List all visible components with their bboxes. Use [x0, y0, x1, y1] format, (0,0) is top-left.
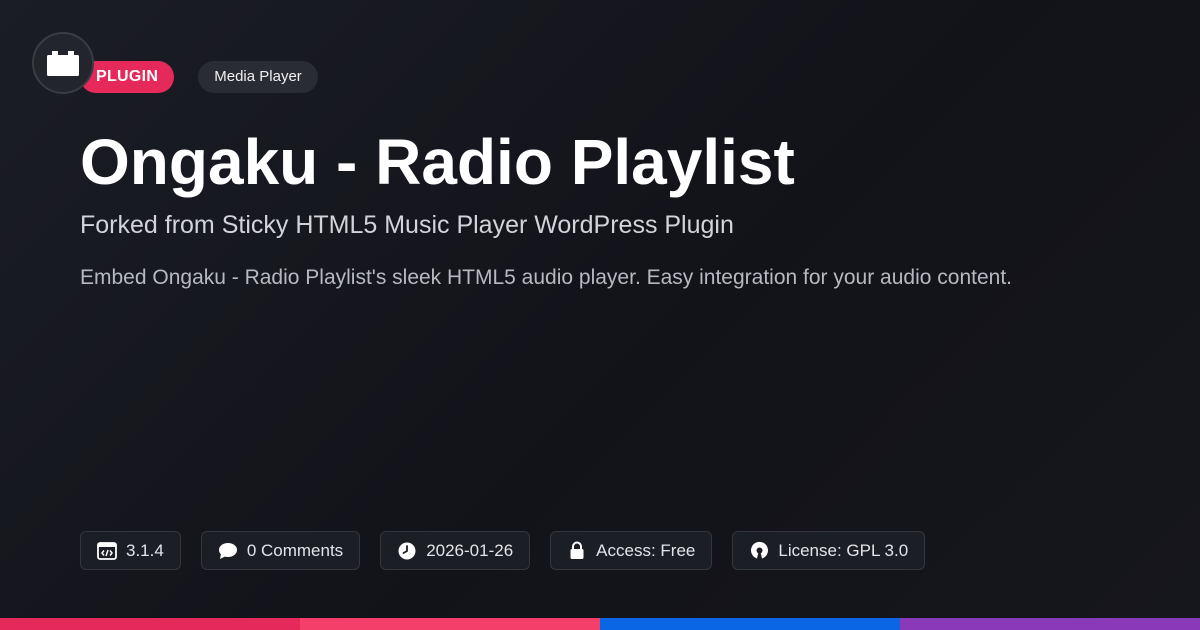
open-source-icon — [749, 541, 769, 561]
speech-bubble-icon — [218, 541, 238, 561]
lock-icon — [567, 541, 587, 561]
date-text: 2026-01-26 — [426, 540, 514, 560]
page-title: Ongaku - Radio Playlist — [80, 126, 795, 198]
comments-chip[interactable]: 0 Comments — [200, 531, 361, 570]
type-badge[interactable]: PLUGIN — [80, 61, 175, 93]
version-chip: 3.1.4 — [80, 531, 181, 570]
category-tag[interactable]: Media Player — [198, 61, 318, 93]
comments-text: 0 Comments — [246, 540, 344, 560]
color-bar-segment — [600, 618, 900, 630]
code-window-icon — [97, 541, 117, 561]
tag-list: PLUGIN Media Player — [80, 61, 318, 93]
clock-icon — [397, 541, 417, 561]
page-description: Embed Ongaku - Radio Playlist's sleek HT… — [80, 266, 1012, 289]
version-text: 3.1.4 — [126, 540, 164, 560]
color-bar-segment — [300, 618, 600, 630]
plugin-logo — [32, 32, 94, 94]
meta-chips: 3.1.4 0 Comments 2026-01-26 Access: Free — [80, 531, 926, 570]
color-bar-segment — [0, 618, 300, 630]
page-subtitle: Forked from Sticky HTML5 Music Player Wo… — [80, 211, 734, 239]
date-chip: 2026-01-26 — [380, 531, 531, 570]
license-chip: License: GPL 3.0 — [732, 531, 926, 570]
access-text: Access: Free — [596, 540, 696, 560]
color-bar-segment — [900, 618, 1200, 630]
plugin-block-icon — [47, 51, 79, 76]
license-text: License: GPL 3.0 — [778, 540, 909, 560]
color-bar — [0, 618, 1200, 630]
access-chip: Access: Free — [550, 531, 713, 570]
